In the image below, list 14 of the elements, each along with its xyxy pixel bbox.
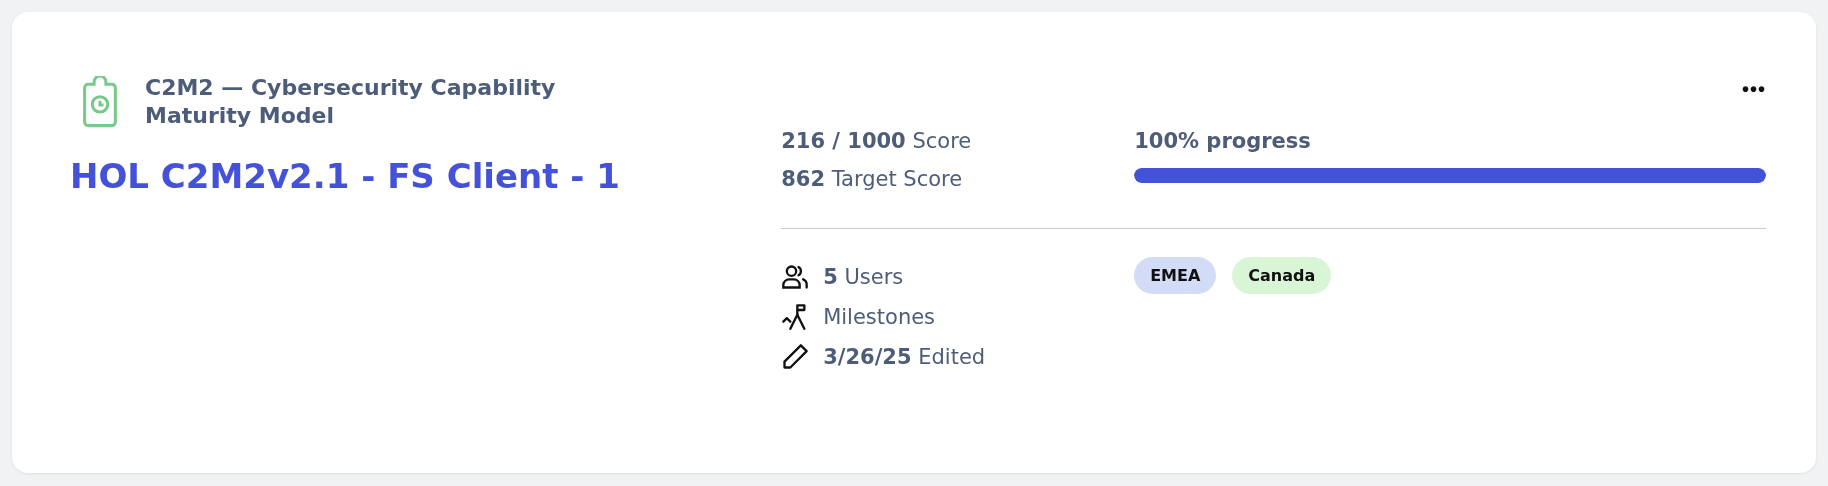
score-text: 862 Target Score <box>781 166 964 193</box>
pencil-icon <box>781 343 810 371</box>
score-text: 216 / 1000 Score <box>781 128 973 155</box>
meta-text: 3/26/25 Edited <box>823 345 986 369</box>
assessment-title-link[interactable]: HOL C2M2v2.1 - FS Client - 1 <box>70 156 782 196</box>
clipboard-clock-icon <box>83 76 117 128</box>
users-icon <box>781 263 810 291</box>
tag: EMEA <box>1134 257 1217 294</box>
more-options-button[interactable]: ••• <box>1742 78 1766 101</box>
meta-text: Milestones <box>823 305 936 329</box>
meta-text: 5 Users <box>823 265 904 289</box>
tag: Canada <box>1232 257 1332 294</box>
progress-label: 100% progress <box>1134 128 1312 155</box>
framework-name: C2M2 — Cybersecurity Capability Maturity Model <box>145 74 557 130</box>
